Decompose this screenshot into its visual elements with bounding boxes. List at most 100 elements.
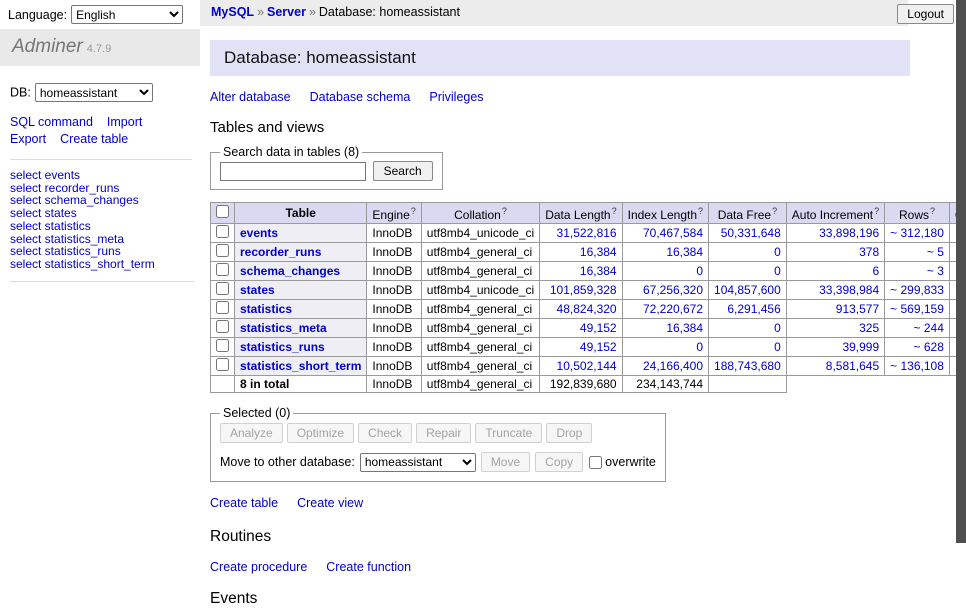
help-link[interactable]: ? — [502, 206, 507, 216]
value-link[interactable]: ~ 5 — [927, 245, 944, 259]
row-checkbox[interactable] — [216, 244, 229, 257]
value-link[interactable]: 188,743,680 — [714, 359, 781, 373]
value-link[interactable]: 0 — [774, 245, 781, 259]
help-link[interactable]: ? — [874, 206, 879, 216]
value-link[interactable]: 33,398,984 — [819, 283, 879, 297]
selected-action-analyze[interactable]: Analyze — [220, 423, 283, 443]
value-link[interactable]: 72,220,672 — [643, 302, 703, 316]
value-link[interactable]: ~ 569,159 — [890, 302, 944, 316]
copy-button[interactable]: Copy — [535, 452, 583, 472]
value-link[interactable]: 101,859,328 — [550, 283, 617, 297]
help-link[interactable]: ? — [772, 206, 777, 216]
selected-action-repair[interactable]: Repair — [416, 423, 471, 443]
value-link[interactable]: 16,384 — [580, 264, 617, 278]
row-checkbox[interactable] — [216, 301, 229, 314]
value-link[interactable]: 49,152 — [580, 321, 617, 335]
value-link[interactable]: 31,522,816 — [557, 226, 617, 240]
selected-action-truncate[interactable]: Truncate — [475, 423, 542, 443]
link-create-view[interactable]: Create view — [297, 496, 363, 510]
row-checkbox[interactable] — [216, 339, 229, 352]
selected-action-check[interactable]: Check — [358, 423, 412, 443]
value-link[interactable]: 67,256,320 — [643, 283, 703, 297]
value-link[interactable]: ~ 299,833 — [890, 283, 944, 297]
value-link[interactable]: 49,152 — [580, 340, 617, 354]
table-link-states[interactable]: states — [240, 283, 275, 297]
value-link[interactable]: 48,824,320 — [557, 302, 617, 316]
row-checkbox[interactable] — [216, 282, 229, 295]
search-button[interactable]: Search — [373, 161, 433, 181]
value-link[interactable]: ~ 244 — [914, 321, 944, 335]
value-link[interactable]: 70,467,584 — [643, 226, 703, 240]
sidebar-item-select-statistics[interactable]: select statistics — [10, 220, 194, 233]
link-alter-database[interactable]: Alter database — [210, 90, 291, 104]
logout-button[interactable]: Logout — [897, 4, 954, 24]
value-link[interactable]: 0 — [696, 264, 703, 278]
move-db-select[interactable]: homeassistant — [360, 453, 476, 472]
row-checkbox[interactable] — [216, 358, 229, 371]
value-link[interactable]: 325 — [859, 321, 879, 335]
value-link[interactable]: 0 — [774, 321, 781, 335]
value-link[interactable]: 913,577 — [836, 302, 879, 316]
row-checkbox[interactable] — [216, 320, 229, 333]
value-link[interactable]: 10,502,144 — [557, 359, 617, 373]
sidebar-action-create-table[interactable]: Create table — [60, 131, 128, 148]
link-database-schema[interactable]: Database schema — [310, 90, 411, 104]
sidebar-item-select-statistics-short-term[interactable]: select statistics_short_term — [10, 258, 194, 271]
value-link[interactable]: 33,898,196 — [819, 226, 879, 240]
breadcrumb-link-server[interactable]: Server — [267, 5, 306, 19]
value-link[interactable]: 39,999 — [842, 340, 879, 354]
value-link[interactable]: ~ 628 — [914, 340, 944, 354]
value-link[interactable]: ~ 136,108 — [890, 359, 944, 373]
table-link-statistics-meta[interactable]: statistics_meta — [240, 321, 327, 335]
table-link-schema-changes[interactable]: schema_changes — [240, 264, 340, 278]
move-button[interactable]: Move — [481, 452, 530, 472]
help-link[interactable]: ? — [612, 206, 617, 216]
table-link-events[interactable]: events — [240, 226, 278, 240]
table-link-statistics-runs[interactable]: statistics_runs — [240, 340, 325, 354]
link-create-function[interactable]: Create function — [326, 560, 411, 574]
overwrite-checkbox[interactable] — [589, 456, 602, 469]
sidebar-action-import[interactable]: Import — [107, 114, 142, 131]
vertical-scrollbar[interactable] — [956, 0, 966, 543]
db-select[interactable]: homeassistant — [35, 83, 153, 102]
link-create-table[interactable]: Create table — [210, 496, 278, 510]
total-label-cell: 8 in total — [235, 376, 367, 393]
sidebar-item-select-states[interactable]: select states — [10, 207, 194, 220]
search-input[interactable] — [220, 162, 366, 181]
row-checkbox[interactable] — [216, 263, 229, 276]
data-length-cell: 10,502,144 — [540, 357, 622, 376]
sidebar-action-export[interactable]: Export — [10, 131, 46, 148]
value-link[interactable]: 24,166,400 — [643, 359, 703, 373]
link-create-procedure[interactable]: Create procedure — [210, 560, 307, 574]
select-all-checkbox[interactable] — [216, 205, 229, 218]
app-logo[interactable]: Adminer — [12, 36, 83, 57]
value-link[interactable]: 16,384 — [580, 245, 617, 259]
value-link[interactable]: 6 — [872, 264, 879, 278]
help-link[interactable]: ? — [411, 206, 416, 216]
value-link[interactable]: 0 — [774, 264, 781, 278]
value-link[interactable]: 0 — [774, 340, 781, 354]
value-link[interactable]: ~ 3 — [927, 264, 944, 278]
value-link[interactable]: 8,581,645 — [826, 359, 879, 373]
value-link[interactable]: 104,857,600 — [714, 283, 781, 297]
value-link[interactable]: 16,384 — [666, 245, 703, 259]
selected-action-drop[interactable]: Drop — [546, 423, 592, 443]
value-link[interactable]: 6,291,456 — [727, 302, 780, 316]
help-link[interactable]: ? — [698, 206, 703, 216]
table-link-statistics-short-term[interactable]: statistics_short_term — [240, 359, 361, 373]
value-link[interactable]: 50,331,648 — [721, 226, 781, 240]
breadcrumb-link-mysql[interactable]: MySQL — [211, 5, 254, 19]
help-link[interactable]: ? — [930, 206, 935, 216]
table-link-recorder-runs[interactable]: recorder_runs — [240, 245, 321, 259]
sidebar-action-sql-command[interactable]: SQL command — [10, 114, 93, 131]
link-privileges[interactable]: Privileges — [429, 90, 483, 104]
row-checkbox[interactable] — [216, 225, 229, 238]
sidebar-item-select-events[interactable]: select events — [10, 169, 194, 182]
language-select[interactable]: English — [71, 5, 183, 24]
value-link[interactable]: ~ 312,180 — [890, 226, 944, 240]
value-link[interactable]: 378 — [859, 245, 879, 259]
selected-action-optimize[interactable]: Optimize — [287, 423, 354, 443]
value-link[interactable]: 16,384 — [666, 321, 703, 335]
table-link-statistics[interactable]: statistics — [240, 302, 292, 316]
value-link[interactable]: 0 — [696, 340, 703, 354]
